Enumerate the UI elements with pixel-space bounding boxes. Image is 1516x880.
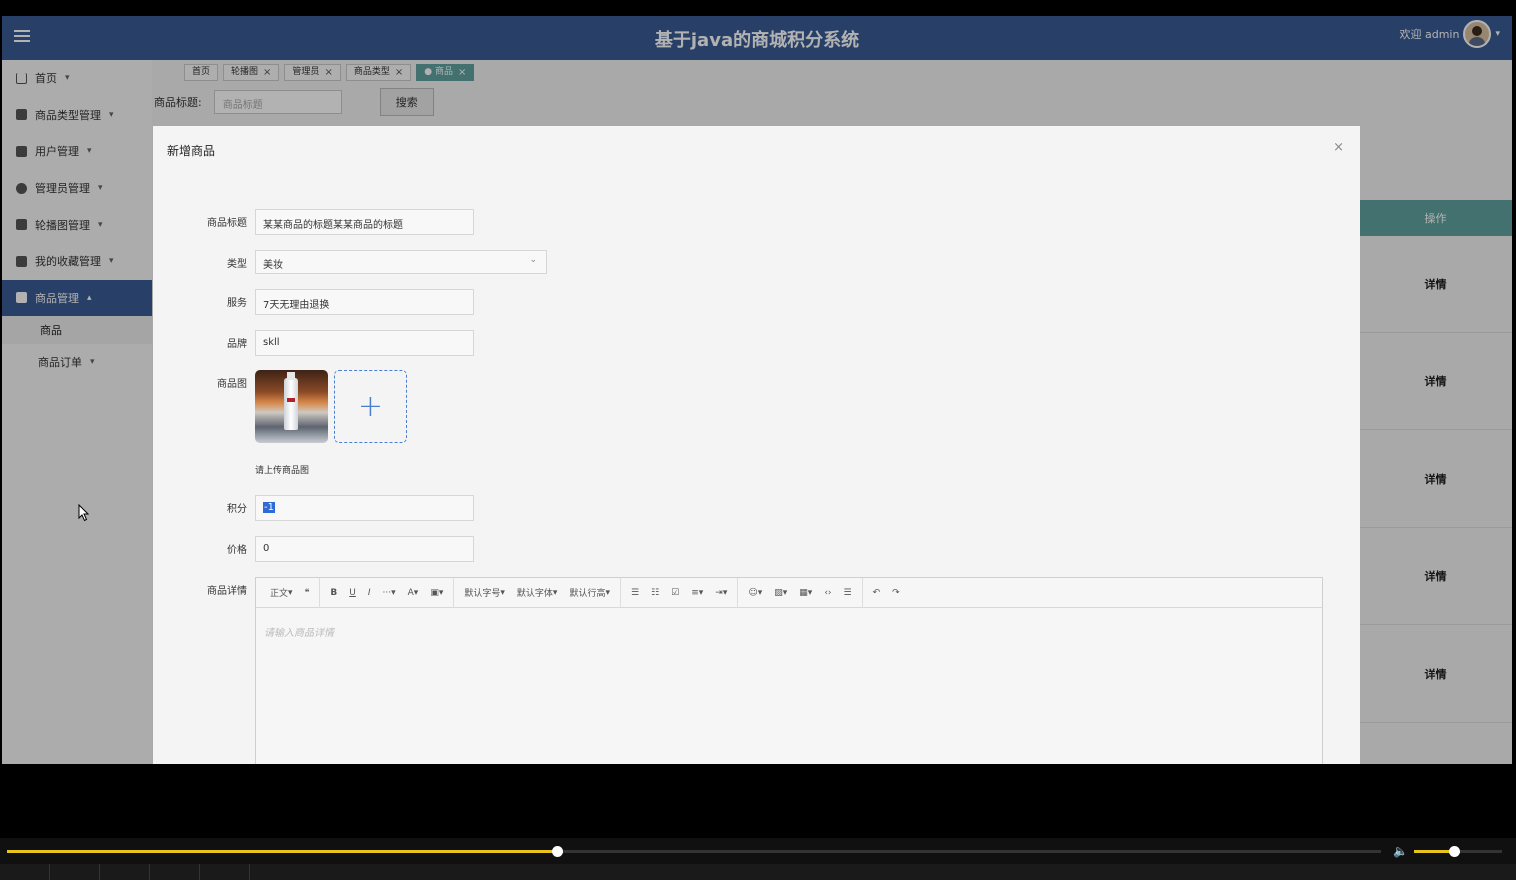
screen: 基于java的商城积分系统 欢迎 admin ▾ 首页 ▾ 商品类型管理 ▾ 用户管… [0, 0, 1516, 880]
todo-icon[interactable]: ☑ [665, 578, 685, 608]
redo-icon[interactable]: ↷ [886, 578, 906, 608]
form-row-brand: 品牌 skll [153, 330, 474, 356]
editor-placeholder[interactable]: 请输入商品详情 [256, 608, 1322, 655]
emoji-icon[interactable]: ☺▾ [742, 578, 768, 608]
type-select[interactable]: 美妆 ⌄ [255, 250, 547, 274]
table-icon[interactable]: ▦▾ [793, 578, 818, 608]
form-row-price: 价格 0 [153, 536, 474, 562]
form-row-detail: 商品详情 正文 ▾ ❝ B U I ···▾ A▾ ▣▾ 默认字号 ▾ 默认字体… [153, 577, 1323, 764]
editor-toolbar: 正文 ▾ ❝ B U I ···▾ A▾ ▣▾ 默认字号 ▾ 默认字体 ▾ 默认行高 ▾… [256, 577, 1322, 608]
dialog-title: 新增商品 [167, 144, 216, 158]
score-label: 积分 [227, 504, 247, 515]
numbered-list-icon[interactable]: ☷ [645, 578, 665, 608]
volume-handle[interactable] [1448, 846, 1460, 857]
form-row-title: 商品标题 某某商品的标题某某商品的标题 [153, 209, 474, 235]
brand-label: 品牌 [227, 339, 247, 350]
italic-icon[interactable]: I [362, 578, 377, 608]
add-product-dialog: 新增商品 × 商品标题 某某商品的标题某某商品的标题 类型 美妆 ⌄ 服务 7天无… [153, 126, 1360, 764]
underline-icon[interactable]: U [343, 578, 362, 608]
image-label: 商品图 [217, 379, 247, 390]
line-height-dropdown[interactable]: 默认行高 ▾ [563, 577, 621, 608]
bottom-strip [0, 864, 1516, 880]
background-color-icon[interactable]: ▣▾ [424, 577, 455, 608]
code-icon[interactable]: ‹› [818, 578, 837, 608]
chevron-down-icon: ⌄ [529, 255, 537, 265]
type-label: 类型 [227, 259, 247, 270]
indent-icon[interactable]: ⇥▾ [709, 577, 739, 608]
volume-icon[interactable]: 🔈 [1393, 844, 1408, 858]
upload-hint: 请上传商品图 [255, 466, 310, 476]
seek-slider[interactable] [7, 846, 1381, 857]
font-size-dropdown[interactable]: 默认字号 ▾ [458, 578, 511, 608]
product-image-thumbnail[interactable] [255, 370, 328, 443]
app-window: 基于java的商城积分系统 欢迎 admin ▾ 首页 ▾ 商品类型管理 ▾ 用户管… [2, 16, 1512, 764]
seek-handle[interactable] [551, 846, 563, 857]
image-icon[interactable]: ▨▾ [768, 578, 793, 608]
align-icon[interactable]: ≡▾ [685, 578, 709, 608]
form-row-service: 服务 7天无理由退换 [153, 289, 474, 315]
form-row-image: 商品图 + 请上传商品图 [153, 370, 407, 476]
detail-label: 商品详情 [207, 586, 247, 597]
rich-text-editor: 正文 ▾ ❝ B U I ···▾ A▾ ▣▾ 默认字号 ▾ 默认字体 ▾ 默认行高 ▾… [255, 577, 1323, 764]
seek-progress [7, 850, 557, 853]
title-label: 商品标题 [207, 218, 247, 229]
title-input[interactable]: 某某商品的标题某某商品的标题 [255, 209, 474, 235]
more-icon[interactable]: ···▾ [377, 578, 402, 608]
score-input[interactable]: -1 [255, 495, 474, 521]
divider-icon[interactable]: ☰ [838, 577, 863, 608]
form-row-score: 积分 -1 [153, 495, 474, 521]
undo-icon[interactable]: ↶ [867, 578, 887, 608]
form-row-type: 类型 美妆 ⌄ [153, 250, 547, 274]
price-input[interactable]: 0 [255, 536, 474, 562]
bullet-list-icon[interactable]: ☰ [625, 578, 645, 608]
bold-icon[interactable]: B [324, 578, 343, 608]
paragraph-dropdown[interactable]: 正文 ▾ [264, 578, 299, 608]
brand-input[interactable]: skll [255, 330, 474, 356]
volume-level [1414, 850, 1454, 853]
font-family-dropdown[interactable]: 默认字体 ▾ [511, 578, 564, 608]
price-label: 价格 [227, 545, 247, 556]
quote-icon[interactable]: ❝ [299, 577, 321, 608]
service-label: 服务 [227, 298, 247, 309]
font-color-icon[interactable]: A▾ [402, 578, 425, 608]
service-input[interactable]: 7天无理由退换 [255, 289, 474, 315]
close-icon[interactable]: × [1333, 140, 1344, 155]
volume-slider[interactable] [1414, 846, 1502, 857]
upload-plus-icon[interactable]: + [334, 370, 407, 443]
mouse-cursor-icon [78, 504, 90, 522]
